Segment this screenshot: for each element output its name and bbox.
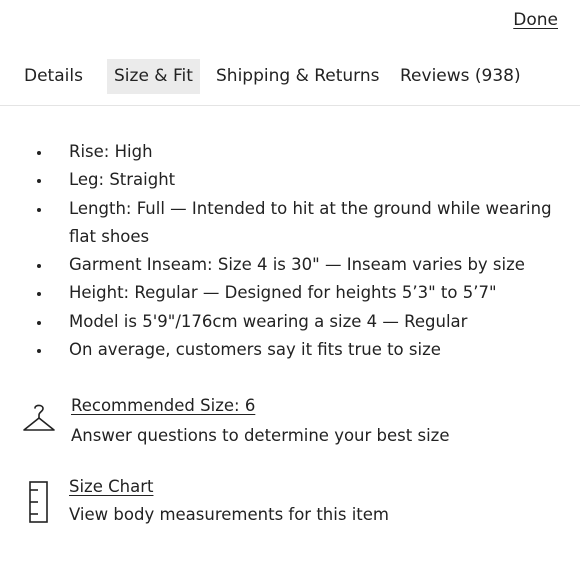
fit-detail-text: Height: Regular — Designed for heights 5… [69, 283, 497, 303]
fit-detail-text: Rise: High [69, 142, 153, 161]
bullet-dot [37, 292, 41, 297]
list-item: Length: Full — Intended to hit at the gr… [0, 195, 580, 252]
bullet-dot [37, 264, 41, 269]
list-item: Height: Regular — Designed for heights 5… [0, 279, 580, 307]
bullet-dot [37, 320, 41, 325]
fit-detail-text: Leg: Straight [69, 170, 176, 190]
done-button[interactable]: Done [513, 10, 558, 30]
hanger-icon [21, 401, 57, 441]
size-chart-link[interactable]: Size Chart [69, 477, 153, 496]
bullet-dot [37, 207, 41, 212]
fit-detail-text: Model is 5'9"/176cm wearing a size 4 — R… [69, 311, 468, 331]
bullet-dot [37, 179, 41, 184]
fit-details-list: Rise: High Leg: Straight Length: Full — … [0, 138, 580, 364]
list-item: Garment Inseam: Size 4 is 30" — Inseam v… [0, 251, 580, 279]
ruler-icon [28, 480, 52, 528]
tab-details[interactable]: Details [24, 59, 83, 94]
list-item: On average, customers say it fits true t… [0, 336, 580, 364]
size-chart-description: View body measurements for this item [69, 505, 389, 524]
tab-shipping-returns[interactable]: Shipping & Returns [216, 59, 380, 94]
list-item: Leg: Straight [0, 166, 580, 194]
recommended-size-description: Answer questions to determine your best … [71, 426, 450, 445]
list-item: Model is 5'9"/176cm wearing a size 4 — R… [0, 308, 580, 336]
fit-detail-text: On average, customers say it fits true t… [69, 340, 441, 360]
recommended-size-link[interactable]: Recommended Size: 6 [71, 396, 255, 415]
list-item: Rise: High [0, 138, 580, 166]
fit-detail-text: Garment Inseam: Size 4 is 30" — Inseam v… [69, 255, 525, 275]
tab-reviews[interactable]: Reviews (938) [400, 59, 521, 94]
bullet-dot [37, 151, 41, 155]
tab-size-and-fit[interactable]: Size & Fit [107, 59, 200, 94]
bullet-dot [37, 349, 41, 354]
fit-detail-text: Length: Full — Intended to hit at the gr… [69, 198, 552, 246]
tab-bar: Details Size & Fit Shipping & Returns Re… [0, 59, 580, 106]
